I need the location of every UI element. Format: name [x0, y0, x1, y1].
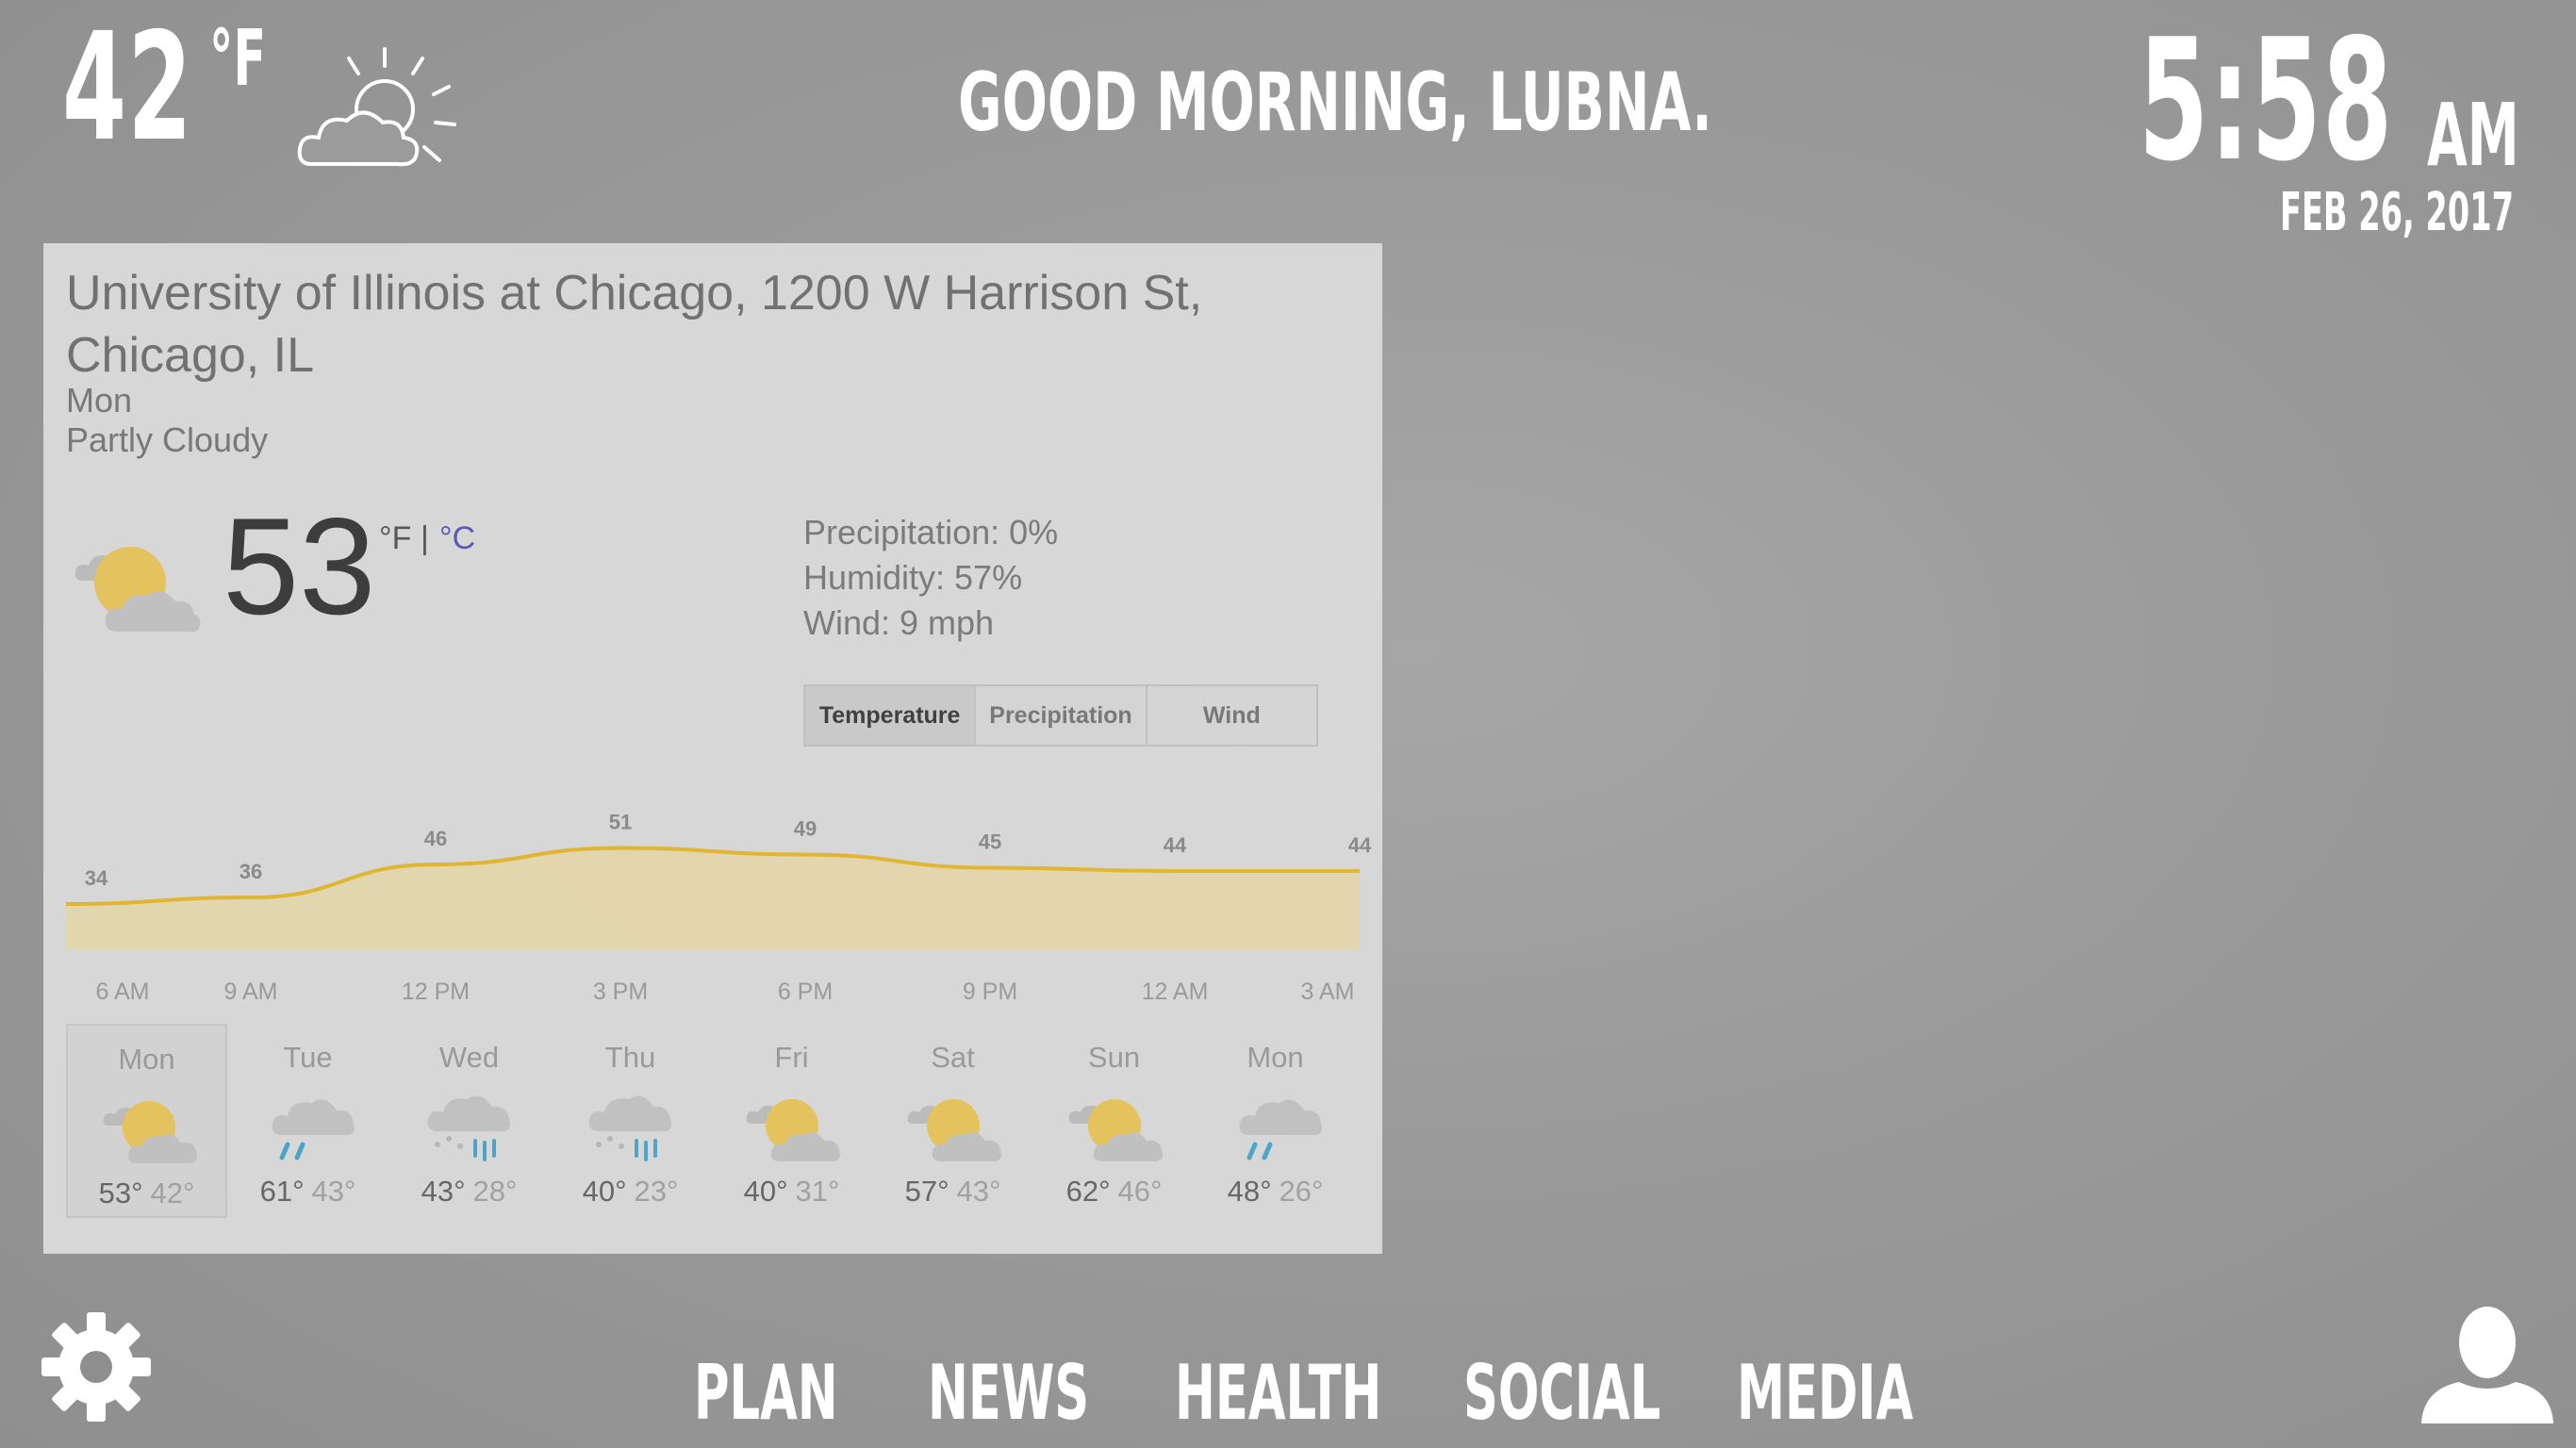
- forecast-high: 57°: [904, 1175, 949, 1208]
- nav-social[interactable]: SOCIAL: [1463, 1356, 1660, 1431]
- chart-hour-label: 6 PM: [778, 979, 833, 1005]
- forecast-high: 62°: [1065, 1175, 1111, 1208]
- nav-news[interactable]: NEWS: [928, 1356, 1089, 1431]
- chart-hour-label: 12 PM: [402, 979, 470, 1005]
- forecast-day-name: Tue: [283, 1041, 333, 1074]
- outside-temperature: 42: [62, 1, 193, 174]
- chart-value-label: 51: [609, 811, 632, 834]
- forecast-day-name: Thu: [604, 1041, 656, 1074]
- forecast-low: 42°: [150, 1176, 195, 1209]
- unit-separator: |: [421, 520, 429, 556]
- unit-fahrenheit[interactable]: °F: [379, 520, 411, 557]
- weather-location: University of Illinois at Chicago, 1200 …: [66, 266, 1203, 383]
- weather-day: Mon: [66, 381, 133, 420]
- forecast-day-name: Fri: [774, 1041, 809, 1074]
- weather-card: University of Illinois at Chicago, 1200 …: [43, 243, 1382, 1254]
- forecast-day-name: Sat: [931, 1041, 975, 1074]
- forecast-day-name: Mon: [118, 1043, 175, 1076]
- forecast-day[interactable]: Mon 53° 42°: [66, 1024, 227, 1218]
- forecast-high: 40°: [582, 1175, 627, 1208]
- daily-forecast: Mon 53° 42° Tue 61° 43° Wed 43° 28° Thu 40° 23° Fri 4…: [66, 1024, 1360, 1222]
- nav-plan[interactable]: PLAN: [694, 1356, 838, 1431]
- clock-time: 5:58: [2138, 3, 2394, 198]
- temperature-chart: 34 6 AM 36 9 AM 46 12 PM 51 3 PM 49 6 PM 45 9 PM 44 1…: [65, 811, 1372, 1005]
- forecast-low: 43°: [956, 1175, 1001, 1208]
- forecast-day[interactable]: Tue 61° 43°: [227, 1024, 388, 1218]
- forecast-high: 53°: [98, 1176, 143, 1209]
- chart-hour-label: 3 PM: [593, 979, 648, 1005]
- chart-value-label: 44: [1348, 833, 1372, 857]
- clock-date: FEB 26, 2017: [2280, 182, 2514, 243]
- chart-value-label: 44: [1164, 833, 1187, 857]
- greeting: GOOD MORNING, LUBNA.: [958, 56, 1712, 150]
- tab-temperature[interactable]: Temperature: [805, 686, 977, 745]
- forecast-high: 43°: [421, 1175, 466, 1208]
- chart-value-label: 36: [239, 860, 262, 883]
- outside-temperature-unit: °F: [209, 14, 267, 104]
- chart-hour-label: 3 AM: [1301, 979, 1355, 1005]
- gear-icon[interactable]: [40, 1310, 153, 1423]
- forecast-day[interactable]: Sun 62° 46°: [1033, 1024, 1195, 1218]
- forecast-low: 28°: [472, 1175, 518, 1208]
- forecast-day-name: Mon: [1247, 1041, 1304, 1074]
- humidity-stat: Humidity: 57%: [803, 558, 1023, 597]
- chart-hour-label: 9 PM: [963, 979, 1017, 1005]
- forecast-day-name: Sun: [1087, 1041, 1141, 1074]
- weather-condition: Partly Cloudy: [66, 420, 269, 459]
- forecast-low: 43°: [311, 1175, 356, 1208]
- chart-value-label: 45: [979, 831, 1001, 854]
- forecast-high: 61°: [259, 1175, 305, 1208]
- forecast-day[interactable]: Sat 57° 43°: [872, 1024, 1033, 1218]
- forecast-high: 40°: [743, 1175, 788, 1208]
- precipitation-stat: Precipitation: 0%: [803, 513, 1059, 551]
- chart-value-label: 34: [85, 866, 108, 890]
- current-temperature: 53: [223, 489, 376, 643]
- forecast-day-name: Wed: [438, 1041, 500, 1074]
- chart-hour-label: 6 AM: [96, 979, 150, 1005]
- wind-stat: Wind: 9 mph: [803, 603, 995, 642]
- forecast-day[interactable]: Mon 48° 26°: [1195, 1024, 1356, 1218]
- nav-health[interactable]: HEALTH: [1175, 1356, 1381, 1431]
- chart-value-label: 49: [794, 817, 817, 841]
- clock-ampm: AM: [2427, 85, 2519, 186]
- forecast-high: 48°: [1227, 1175, 1272, 1208]
- partly-cloudy-icon: [74, 547, 201, 633]
- chart-hour-label: 12 AM: [1142, 979, 1209, 1005]
- forecast-day[interactable]: Thu 40° 23°: [550, 1024, 711, 1218]
- forecast-day[interactable]: Fri 40° 31°: [711, 1024, 872, 1218]
- forecast-low: 31°: [795, 1175, 840, 1208]
- chart-hour-label: 9 AM: [224, 979, 278, 1005]
- forecast-low: 46°: [1117, 1175, 1163, 1208]
- forecast-day[interactable]: Wed 43° 28°: [388, 1024, 550, 1218]
- tab-precipitation[interactable]: Precipitation: [976, 686, 1148, 745]
- chart-value-label: 46: [424, 827, 447, 850]
- tab-wind[interactable]: Wind: [1148, 686, 1316, 745]
- forecast-low: 23°: [634, 1175, 679, 1208]
- forecast-low: 26°: [1279, 1175, 1324, 1208]
- partly-cloudy-icon: [297, 47, 456, 167]
- nav-media[interactable]: MEDIA: [1737, 1356, 1913, 1431]
- unit-celsius-link[interactable]: °C: [439, 520, 475, 557]
- chart-tabs: Temperature Precipitation Wind: [803, 684, 1318, 747]
- user-icon[interactable]: [2421, 1305, 2553, 1423]
